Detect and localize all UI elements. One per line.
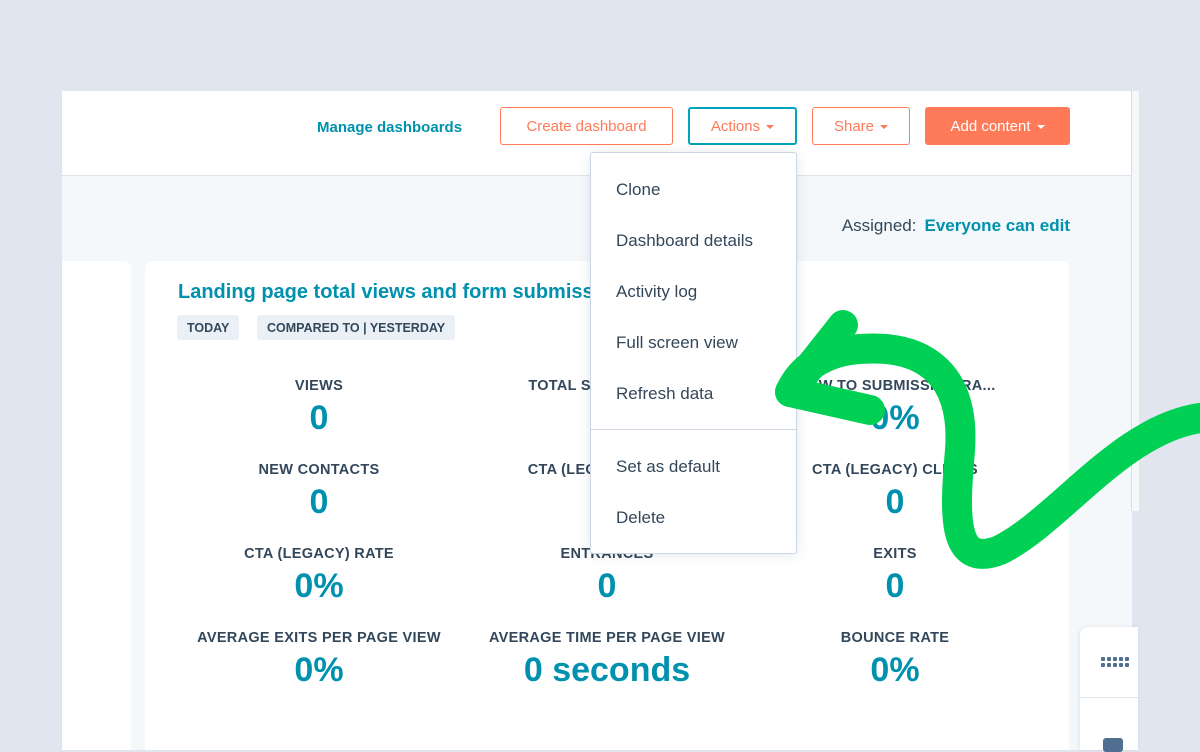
widget-divider bbox=[1080, 697, 1138, 698]
scrollbar[interactable] bbox=[1131, 91, 1139, 511]
menu-item-refresh-data[interactable]: Refresh data bbox=[616, 384, 713, 404]
metric-new-contacts: NEW CONTACTS 0 bbox=[174, 462, 464, 522]
metric-value: 0% bbox=[294, 567, 344, 605]
share-label: Share bbox=[833, 117, 875, 135]
metric-bounce-rate: BOUNCE RATE 0% bbox=[750, 630, 1040, 690]
assigned-row: Assigned: Everyone can edit bbox=[842, 216, 1070, 236]
metric-exits: EXITS 0 bbox=[750, 546, 1040, 606]
report-title-link[interactable]: Landing page total views and form submis… bbox=[178, 281, 635, 304]
metric-entrances: ENTRANCES 0 bbox=[462, 546, 752, 606]
metric-label: BOUNCE RATE bbox=[840, 630, 950, 646]
grid-icon[interactable] bbox=[1101, 657, 1129, 667]
metric-value: 0 seconds bbox=[523, 651, 691, 689]
caret-down-icon bbox=[880, 125, 889, 129]
metric-cta-rate: CTA (LEGACY) RATE 0% bbox=[174, 546, 464, 606]
metric-average-exits: AVERAGE EXITS PER PAGE VIEW 0% bbox=[174, 630, 464, 690]
metric-label: CTA (LEGACY) RATE bbox=[244, 546, 394, 562]
add-content-button[interactable]: Add content bbox=[925, 107, 1070, 145]
assigned-value-link[interactable]: Everyone can edit bbox=[924, 216, 1070, 235]
metric-label: AVERAGE EXITS PER PAGE VIEW bbox=[197, 630, 441, 646]
previous-report-card bbox=[62, 261, 131, 750]
metric-label: NEW CONTACTS bbox=[258, 462, 380, 478]
metric-value: 0 bbox=[885, 567, 905, 605]
create-dashboard-label: Create dashboard bbox=[526, 117, 647, 135]
menu-divider bbox=[591, 429, 796, 430]
menu-item-full-screen-view[interactable]: Full screen view bbox=[616, 333, 738, 353]
side-help-widget bbox=[1080, 627, 1138, 752]
caret-down-icon bbox=[766, 125, 775, 129]
assigned-label: Assigned: bbox=[841, 216, 917, 235]
menu-item-set-as-default[interactable]: Set as default bbox=[616, 457, 720, 477]
metric-value: 0% bbox=[870, 651, 920, 689]
metric-average-time: AVERAGE TIME PER PAGE VIEW 0 seconds bbox=[462, 630, 752, 690]
metric-value: 0 bbox=[597, 567, 617, 605]
manage-dashboards-link[interactable]: Manage dashboards bbox=[317, 119, 462, 136]
menu-item-activity-log[interactable]: Activity log bbox=[616, 282, 697, 302]
actions-label: Actions bbox=[710, 117, 761, 135]
metric-label: AVERAGE TIME PER PAGE VIEW bbox=[488, 630, 726, 646]
menu-item-delete[interactable]: Delete bbox=[616, 508, 665, 528]
metric-value: 0 bbox=[309, 399, 329, 437]
metric-views: VIEWS 0 bbox=[174, 378, 464, 438]
create-dashboard-button[interactable]: Create dashboard bbox=[500, 107, 673, 145]
actions-dropdown-menu: Clone Dashboard details Activity log Ful… bbox=[590, 152, 797, 554]
metric-value: 0% bbox=[294, 651, 344, 689]
add-content-label: Add content bbox=[950, 117, 1031, 135]
menu-item-dashboard-details[interactable]: Dashboard details bbox=[616, 231, 753, 251]
metric-label: VIEWS bbox=[294, 378, 344, 394]
caret-down-icon bbox=[1036, 125, 1045, 129]
menu-item-clone[interactable]: Clone bbox=[616, 180, 660, 200]
comparison-tag: COMPARED TO | YESTERDAY bbox=[257, 315, 456, 340]
share-button[interactable]: Share bbox=[812, 107, 910, 145]
metric-value: 0 bbox=[309, 483, 329, 521]
actions-button[interactable]: Actions bbox=[688, 107, 797, 145]
date-range-tag: TODAY bbox=[177, 315, 240, 340]
